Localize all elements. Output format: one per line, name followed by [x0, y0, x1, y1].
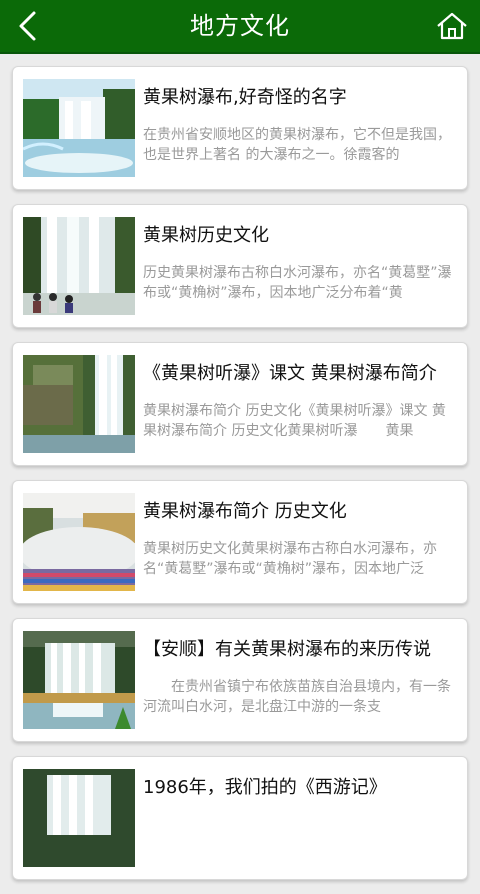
- article-card[interactable]: 《黄果树听瀑》课文 黄果树瀑布简介 黄果树瀑布简介 历史文化《黄果树听瀑》课文 …: [12, 342, 468, 466]
- article-card[interactable]: 黄果树历史文化 历史黄果树瀑布古称白水河瀑布，亦名“黄葛墅”瀑布或“黄桷树”瀑布…: [12, 204, 468, 328]
- article-card[interactable]: 1986年，我们拍的《西游记》: [12, 756, 468, 880]
- article-list: 黄果树瀑布,好奇怪的名字 在贵州省安顺地区的黄果树瀑布，它不但是我国，也是世界上…: [12, 66, 468, 894]
- article-summary: 在贵州省镇宁布依族苗族自治县境内，有一条河流叫白水河，是北盘江中游的一条支: [143, 679, 451, 715]
- article-thumbnail: [23, 355, 135, 453]
- article-title: 《黄果树听瀑》课文 黄果树瀑布简介: [143, 363, 437, 384]
- article-summary: 历史黄果树瀑布古称白水河瀑布，亦名“黄葛墅”瀑布或“黄桷树”瀑布，因本地广泛分布…: [143, 265, 452, 301]
- article-card[interactable]: 【安顺】有关黄果树瀑布的来历传说 在贵州省镇宁布依族苗族自治县境内，有一条河流叫…: [12, 618, 468, 742]
- article-title: 黄果树历史文化: [143, 225, 269, 246]
- article-title: 1986年，我们拍的《西游记》: [143, 777, 387, 798]
- article-thumbnail: [23, 217, 135, 315]
- article-title: 【安顺】有关黄果树瀑布的来历传说: [143, 639, 431, 660]
- home-icon[interactable]: [434, 8, 470, 44]
- article-card[interactable]: 黄果树瀑布简介 历史文化 黄果树历史文化黄果树瀑布古称白水河瀑布，亦名“黄葛墅”…: [12, 480, 468, 604]
- article-thumbnail: [23, 493, 135, 591]
- article-title: 黄果树瀑布,好奇怪的名字: [143, 87, 347, 108]
- article-summary: [143, 815, 457, 855]
- article-title: 黄果树瀑布简介 历史文化: [143, 501, 347, 522]
- top-bar: 地方文化: [0, 0, 480, 54]
- article-card[interactable]: 黄果树瀑布,好奇怪的名字 在贵州省安顺地区的黄果树瀑布，它不但是我国，也是世界上…: [12, 66, 468, 190]
- article-summary: 在贵州省安顺地区的黄果树瀑布，它不但是我国，也是世界上著名 的大瀑布之一。徐霞客…: [143, 127, 451, 163]
- article-thumbnail: [23, 769, 135, 867]
- page-title: 地方文化: [190, 12, 290, 40]
- article-summary: 黄果树历史文化黄果树瀑布古称白水河瀑布，亦名“黄葛墅”瀑布或“黄桷树”瀑布，因本…: [143, 541, 437, 577]
- article-summary: 黄果树瀑布简介 历史文化《黄果树听瀑》课文 黄果树瀑布简介 历史文化黄果树听瀑 …: [143, 403, 446, 439]
- article-thumbnail: [23, 631, 135, 729]
- article-thumbnail: [23, 79, 135, 177]
